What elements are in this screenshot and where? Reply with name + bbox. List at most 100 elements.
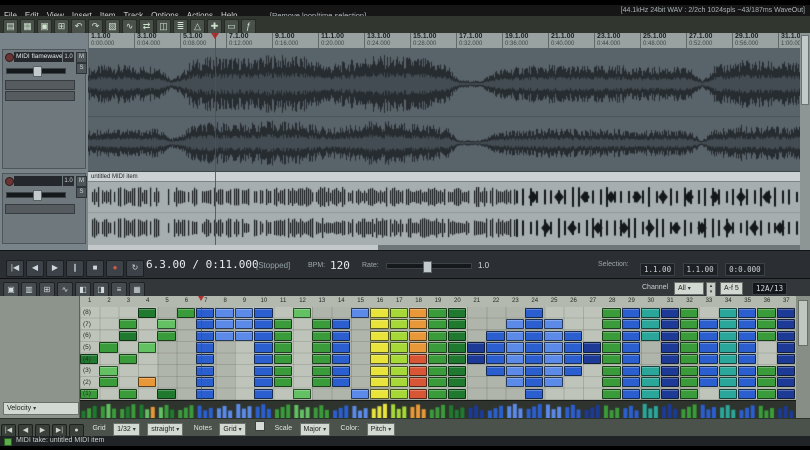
solo-button[interactable]: S: [76, 63, 87, 74]
midi-note[interactable]: [680, 354, 698, 364]
midi-note[interactable]: [409, 389, 427, 399]
midi-note[interactable]: [622, 389, 640, 399]
undo-icon[interactable]: ↶: [71, 19, 86, 34]
midi-note[interactable]: [544, 331, 562, 341]
midi-note[interactable]: [719, 377, 737, 387]
midi-note[interactable]: [506, 377, 524, 387]
midi-position-display[interactable]: 12A/13: [752, 282, 787, 295]
midi-note[interactable]: [409, 308, 427, 318]
midi-note[interactable]: [428, 389, 446, 399]
midi-note[interactable]: [486, 354, 504, 364]
mute-button[interactable]: M: [76, 52, 87, 63]
midi-note[interactable]: [428, 377, 446, 387]
midi-note[interactable]: [370, 319, 388, 329]
midi-note[interactable]: [486, 366, 504, 376]
midi-note[interactable]: [119, 319, 137, 329]
midi-note[interactable]: [467, 354, 485, 364]
midi-note[interactable]: [409, 366, 427, 376]
volume-slider[interactable]: [6, 192, 66, 198]
midi-note[interactable]: [699, 377, 717, 387]
audio-waveform-item[interactable]: [88, 48, 800, 171]
midi-note[interactable]: [428, 354, 446, 364]
midi-note[interactable]: [351, 308, 369, 318]
midi-note[interactable]: [274, 377, 292, 387]
midi-note[interactable]: [448, 389, 466, 399]
midi-note[interactable]: [661, 308, 679, 318]
midi-note[interactable]: [409, 342, 427, 352]
midi-note[interactable]: [428, 319, 446, 329]
bpm-value[interactable]: 120: [330, 259, 350, 272]
midi-note[interactable]: [254, 308, 272, 318]
midi-note[interactable]: [138, 342, 156, 352]
rewind-button[interactable]: ◀: [26, 260, 44, 277]
midi-item-preview[interactable]: [88, 182, 800, 245]
midi-note[interactable]: [622, 308, 640, 318]
track-panel-1[interactable]: MIDI flamewave 1.0 M S: [2, 49, 86, 169]
midi-note[interactable]: [777, 377, 795, 387]
audio-track-lane[interactable]: [88, 48, 800, 171]
envelope-icon[interactable]: ∿: [122, 19, 137, 34]
solo-button[interactable]: S: [76, 187, 87, 198]
midi-note[interactable]: [157, 389, 175, 399]
midi-note[interactable]: [448, 366, 466, 376]
midi-note[interactable]: [409, 331, 427, 341]
midi-note[interactable]: [467, 342, 485, 352]
midi-note[interactable]: [274, 331, 292, 341]
midi-note[interactable]: [738, 342, 756, 352]
midi-note[interactable]: [390, 308, 408, 318]
midi-note[interactable]: [719, 389, 737, 399]
mixer-icon[interactable]: ≣: [173, 19, 188, 34]
midi-note[interactable]: [544, 319, 562, 329]
midi-note[interactable]: [254, 354, 272, 364]
midi-note[interactable]: [448, 342, 466, 352]
midi-note[interactable]: [196, 331, 214, 341]
midi-note[interactable]: [525, 354, 543, 364]
channel-spinner[interactable]: ▴▾: [706, 282, 716, 297]
scrollbar-thumb[interactable]: [798, 300, 808, 346]
midi-note[interactable]: [602, 354, 620, 364]
midi-note[interactable]: [235, 331, 253, 341]
midi-note[interactable]: [370, 377, 388, 387]
midi-note[interactable]: [448, 331, 466, 341]
midi-note[interactable]: [661, 389, 679, 399]
repeat-button[interactable]: ↻: [126, 260, 144, 277]
midi-note[interactable]: [254, 319, 272, 329]
midi-note[interactable]: [777, 319, 795, 329]
midi-note[interactable]: [99, 377, 117, 387]
midi-note[interactable]: [641, 308, 659, 318]
midi-note[interactable]: [332, 331, 350, 341]
midi-note[interactable]: [215, 308, 233, 318]
midi-note[interactable]: [641, 389, 659, 399]
midi-note[interactable]: [699, 342, 717, 352]
midi-note[interactable]: [506, 342, 524, 352]
color-mode-select[interactable]: Pitch▾: [367, 423, 396, 436]
me-quantize-icon[interactable]: ⊞: [39, 282, 55, 297]
rate-slider-handle[interactable]: [423, 261, 432, 273]
midi-note[interactable]: [564, 331, 582, 341]
midi-note[interactable]: [157, 319, 175, 329]
project-settings-icon[interactable]: ⊞: [54, 19, 69, 34]
midi-note[interactable]: [699, 319, 717, 329]
midi-note[interactable]: [757, 319, 775, 329]
midi-note[interactable]: [544, 377, 562, 387]
ripple-edit-icon[interactable]: ⇄: [139, 19, 154, 34]
pause-button[interactable]: ∥: [66, 260, 84, 277]
midi-note[interactable]: [312, 331, 330, 341]
midi-note[interactable]: [215, 331, 233, 341]
midi-note[interactable]: [757, 308, 775, 318]
grid-size-select[interactable]: 1/32▾: [113, 423, 140, 436]
midi-note[interactable]: [777, 342, 795, 352]
midi-note[interactable]: [196, 342, 214, 352]
midi-note[interactable]: [661, 342, 679, 352]
midi-note[interactable]: [525, 389, 543, 399]
midi-note[interactable]: [332, 366, 350, 376]
midi-note[interactable]: [661, 319, 679, 329]
velocity-lane[interactable]: [80, 400, 796, 418]
midi-note[interactable]: [680, 342, 698, 352]
midi-note[interactable]: [119, 331, 137, 341]
midi-note[interactable]: [370, 366, 388, 376]
midi-vertical-scrollbar[interactable]: [796, 296, 810, 418]
track-io-row[interactable]: [5, 80, 75, 90]
midi-note[interactable]: [448, 354, 466, 364]
midi-note[interactable]: [409, 377, 427, 387]
